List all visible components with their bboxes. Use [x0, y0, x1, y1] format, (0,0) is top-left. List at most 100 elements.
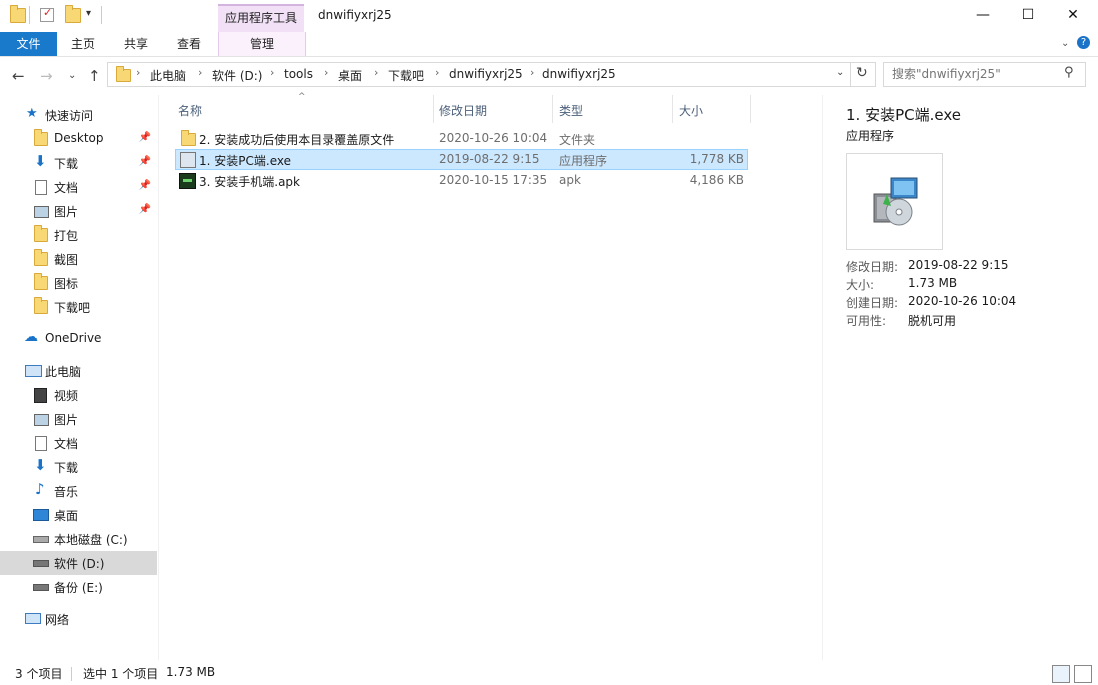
file-row[interactable]: 3. 安装手机端.apk 2020-10-15 17:35 apk 4,186 …: [175, 170, 748, 191]
file-size: 1,778 KB: [690, 152, 744, 166]
video-icon: [34, 388, 47, 403]
meta-value: 脱机可用: [908, 312, 956, 329]
sort-up-icon: ^: [298, 92, 306, 102]
navigation-pane: ★ 快速访问 Desktop 📌 ⬇ 下载 📌 文档 📌 图片 📌 打包 截图 …: [0, 95, 158, 660]
nav-item-music[interactable]: ♪ 音乐: [0, 479, 157, 503]
file-date: 2020-10-26 10:04: [439, 131, 547, 145]
tab-manage[interactable]: 管理: [218, 32, 306, 56]
chevron-right-icon[interactable]: ›: [374, 66, 378, 79]
chevron-right-icon[interactable]: ›: [198, 66, 202, 79]
column-divider[interactable]: [750, 95, 751, 123]
file-name: 2. 安装成功后使用本目录覆盖原文件: [199, 131, 394, 148]
nav-item-desktop[interactable]: Desktop 📌: [0, 127, 157, 151]
nav-item-icons[interactable]: 图标: [0, 271, 157, 295]
pin-icon[interactable]: 📌: [139, 204, 151, 215]
nav-item-desktop-pc[interactable]: 桌面: [0, 503, 157, 527]
tab-home[interactable]: 主页: [60, 32, 106, 56]
folder-icon: [34, 300, 48, 314]
meta-value: 2020-10-26 10:04: [908, 294, 1016, 308]
nav-item-pc-documents[interactable]: 文档: [0, 431, 157, 455]
details-view-icon[interactable]: [1052, 665, 1070, 683]
picture-icon: [34, 206, 49, 218]
tab-share[interactable]: 共享: [113, 32, 159, 56]
file-name: 1. 安装PC端.exe: [199, 152, 291, 169]
tab-view[interactable]: 查看: [166, 32, 212, 56]
address-bar[interactable]: › 此电脑 › 软件 (D:) › tools › 桌面 › 下载吧 › dnw…: [107, 62, 876, 87]
refresh-icon[interactable]: ↻: [856, 65, 868, 81]
up-arrow-icon[interactable]: ↑: [88, 67, 101, 85]
nav-item-documents[interactable]: 文档 📌: [0, 175, 157, 199]
preview-divider[interactable]: [822, 95, 823, 660]
network-icon: [25, 613, 41, 624]
file-row[interactable]: 1. 安装PC端.exe 2019-08-22 9:15 应用程序 1,778 …: [175, 149, 748, 170]
column-divider[interactable]: [552, 95, 553, 123]
nav-item-pack[interactable]: 打包: [0, 223, 157, 247]
expand-ribbon-icon[interactable]: ⌄: [1061, 38, 1069, 49]
breadcrumb-item[interactable]: dnwifiyxrj25: [542, 67, 616, 81]
pane-divider[interactable]: [158, 95, 159, 660]
drive-icon: [33, 536, 49, 543]
nav-onedrive[interactable]: ☁ OneDrive: [0, 327, 157, 351]
tab-file[interactable]: 文件: [0, 32, 57, 56]
search-input[interactable]: [892, 67, 1062, 81]
nav-item-drive-d[interactable]: 软件 (D:): [0, 551, 157, 575]
chevron-right-icon: ›: [136, 66, 140, 79]
breadcrumb-item[interactable]: 软件 (D:): [212, 67, 262, 84]
nav-quick-access[interactable]: ★ 快速访问: [0, 103, 157, 127]
new-folder-icon[interactable]: [65, 8, 81, 23]
chevron-right-icon[interactable]: ›: [270, 66, 274, 79]
nav-this-pc[interactable]: 此电脑: [0, 359, 157, 383]
nav-item-videos[interactable]: 视频: [0, 383, 157, 407]
pin-icon[interactable]: 📌: [139, 132, 151, 143]
drive-icon: [33, 584, 49, 591]
chevron-right-icon[interactable]: ›: [435, 66, 439, 79]
nav-item-pc-downloads[interactable]: ⬇ 下载: [0, 455, 157, 479]
meta-key: 创建日期:: [846, 294, 898, 311]
column-header-type[interactable]: 类型: [559, 102, 583, 119]
breadcrumb-item[interactable]: tools: [284, 67, 313, 81]
search-box[interactable]: ⚲: [883, 62, 1086, 87]
ribbon-tabs: 文件 主页 共享 查看 管理 ⌄ ?: [0, 32, 1098, 57]
pin-icon[interactable]: 📌: [139, 180, 151, 191]
computer-icon: [25, 365, 42, 377]
large-icons-view-icon[interactable]: [1074, 665, 1092, 683]
file-row[interactable]: 2. 安装成功后使用本目录覆盖原文件 2020-10-26 10:04 文件夹: [175, 128, 748, 149]
forward-arrow-icon[interactable]: →: [40, 67, 53, 85]
installer-icon: [847, 154, 942, 249]
nav-item-drive-c[interactable]: 本地磁盘 (C:): [0, 527, 157, 551]
breadcrumb-item[interactable]: dnwifiyxrj25: [449, 67, 523, 81]
column-header-date[interactable]: 修改日期: [439, 102, 487, 119]
nav-network[interactable]: 网络: [0, 607, 157, 631]
chevron-right-icon[interactable]: ›: [530, 66, 534, 79]
breadcrumb-item[interactable]: 桌面: [338, 67, 362, 84]
nav-item-pictures[interactable]: 图片 📌: [0, 199, 157, 223]
breadcrumb-item[interactable]: 此电脑: [150, 67, 186, 84]
search-icon[interactable]: ⚲: [1064, 65, 1074, 80]
column-header-size[interactable]: 大小: [679, 102, 703, 119]
customize-toolbar-icon[interactable]: ▾: [86, 8, 91, 19]
back-arrow-icon[interactable]: ←: [12, 67, 25, 85]
nav-item-drive-e[interactable]: 备份 (E:): [0, 575, 157, 599]
status-bar: 3 个项目 选中 1 个项目 1.73 MB: [0, 663, 1098, 685]
close-button[interactable]: ✕: [1050, 0, 1096, 30]
help-icon[interactable]: ?: [1077, 36, 1090, 49]
breadcrumb-item[interactable]: 下载吧: [388, 67, 424, 84]
address-dropdown-icon[interactable]: ⌄: [836, 67, 844, 78]
nav-item-downloads[interactable]: ⬇ 下载 📌: [0, 151, 157, 175]
properties-icon[interactable]: ✓: [40, 8, 54, 22]
chevron-right-icon[interactable]: ›: [324, 66, 328, 79]
column-divider[interactable]: [672, 95, 673, 123]
nav-item-xiazaiba[interactable]: 下载吧: [0, 295, 157, 319]
folder-icon: [116, 69, 131, 82]
column-header-name[interactable]: 名称: [178, 102, 202, 119]
column-divider[interactable]: [433, 95, 434, 123]
nav-item-screenshots[interactable]: 截图: [0, 247, 157, 271]
minimize-button[interactable]: —: [960, 0, 1006, 30]
recent-locations-icon[interactable]: ⌄: [68, 70, 76, 81]
pin-icon[interactable]: 📌: [139, 156, 151, 167]
maximize-button[interactable]: ☐: [1005, 0, 1051, 30]
drive-icon: [33, 560, 49, 567]
cloud-icon: ☁: [24, 329, 38, 345]
music-icon: ♪: [35, 480, 45, 498]
nav-item-pc-pictures[interactable]: 图片: [0, 407, 157, 431]
